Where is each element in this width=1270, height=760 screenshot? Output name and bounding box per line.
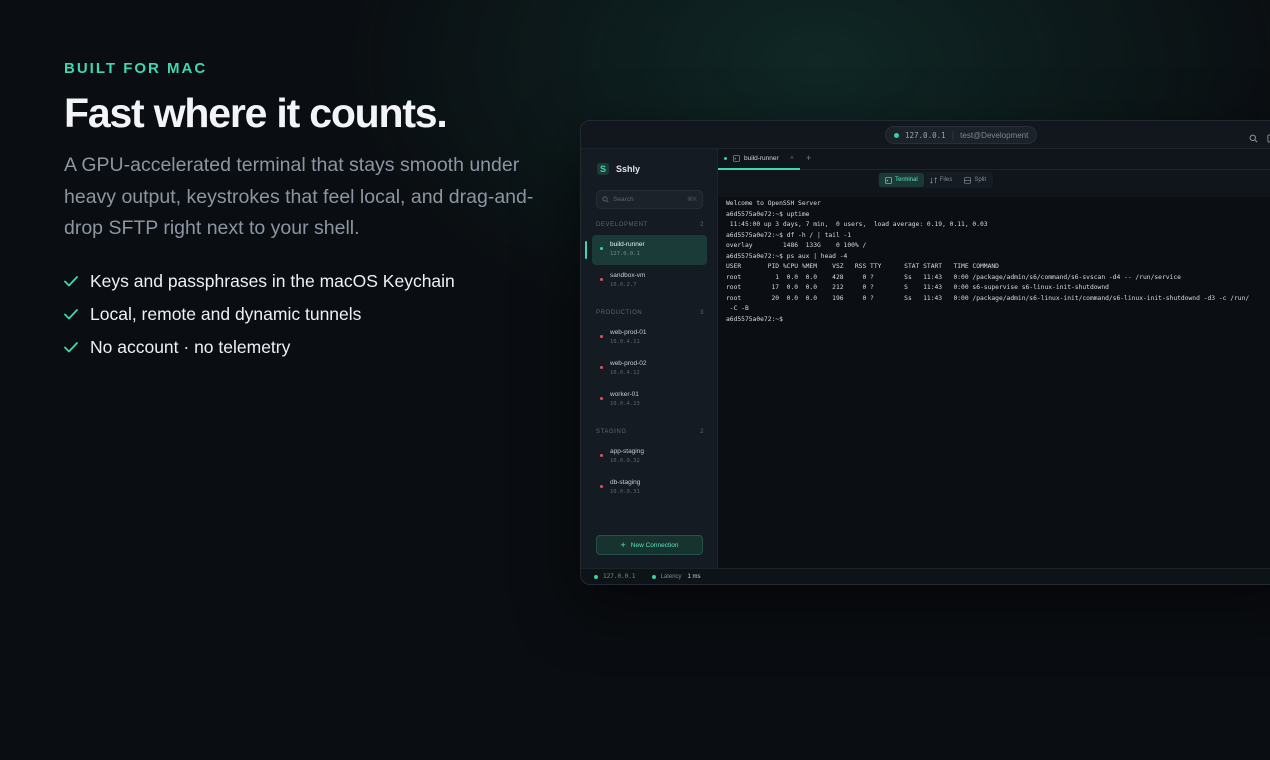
view-label: Terminal (895, 177, 918, 183)
group-count: 2 (700, 429, 704, 435)
headline: Fast where it counts. (64, 90, 448, 136)
profile-text: test@Development (960, 130, 1029, 140)
host-item-db-staging[interactable]: db-staging 10.0.9.31 (592, 473, 707, 503)
app-logo-icon: S (597, 163, 609, 175)
files-icon (929, 176, 937, 184)
host-name: db-staging (610, 479, 641, 486)
feature-text: No account · no telemetry (90, 336, 291, 357)
host-name: web-prod-02 (610, 360, 647, 367)
host-item-build-runner[interactable]: build-runner 127.0.0.1 (592, 235, 707, 265)
group-label-text: PRODUCTION (596, 310, 643, 316)
status-dot (600, 366, 603, 369)
tab-build-runner[interactable]: build-runner × (718, 149, 800, 170)
view-split[interactable]: Split (958, 173, 992, 187)
host-ip: 10.0.4.12 (610, 370, 640, 376)
group-label-staging[interactable]: STAGING 2 (596, 429, 704, 435)
connected-dot (594, 574, 598, 579)
view-switcher: Terminal Files Split (878, 172, 994, 188)
search-placeholder: Search (613, 196, 634, 203)
status-dot (600, 454, 603, 457)
address-text: 127.0.0.1 (905, 130, 946, 140)
host-name: build-runner (610, 241, 645, 248)
feature-text: Local, remote and dynamic tunnels (90, 303, 362, 324)
host-name: app-staging (610, 448, 644, 455)
new-connection-button[interactable]: + New Connection (596, 535, 703, 555)
titlebar: 127.0.0.1 │ test@Development (581, 121, 1270, 149)
host-item-worker-01[interactable]: worker-01 10.0.4.23 (592, 385, 707, 415)
feature-item: Keys and passphrases in the macOS Keycha… (64, 265, 544, 298)
connected-dot (724, 157, 727, 160)
host-item-sandbox-vm[interactable]: sandbox-vm 10.0.2.7 (592, 266, 707, 296)
connected-dot (894, 132, 899, 138)
group-count: 3 (700, 310, 704, 316)
host-name: worker-01 (610, 391, 639, 398)
status-dot (600, 335, 603, 338)
latency-label: Latency (660, 573, 682, 580)
search-shortcut: ⌘K (686, 197, 697, 203)
plus-icon: + (620, 540, 626, 550)
connection-address-pill[interactable]: 127.0.0.1 │ test@Development (885, 126, 1038, 144)
group-label-development[interactable]: DEVELOPMENT 2 (596, 222, 704, 228)
terminal-icon (733, 155, 740, 162)
status-bar: 127.0.0.1 Latency 1 ms (581, 568, 1270, 584)
group-label-text: STAGING (596, 429, 627, 435)
check-icon (64, 275, 80, 287)
latency-dot (651, 574, 656, 579)
check-icon (64, 341, 80, 353)
search-icon[interactable] (1249, 130, 1258, 148)
host-ip: 10.0.2.7 (610, 282, 637, 288)
status-ip: 127.0.0.1 (603, 573, 636, 580)
group-count: 2 (700, 222, 704, 228)
latency-value: 1 ms (687, 573, 701, 580)
feature-text: Keys and passphrases in the macOS Keycha… (90, 270, 455, 291)
status-dot (600, 247, 603, 250)
close-icon[interactable]: × (790, 155, 794, 162)
host-name: sandbox-vm (610, 272, 646, 279)
search-input[interactable]: Search ⌘K (596, 190, 703, 209)
host-ip: 10.0.4.11 (610, 339, 640, 345)
check-icon (64, 308, 80, 320)
sidebar: S Sshly Search ⌘K DEVELOPMENT 2 build-ru… (581, 149, 718, 568)
status-dot (600, 278, 603, 281)
host-item-app-staging[interactable]: app-staging 10.0.9.32 (592, 442, 707, 472)
terminal-output[interactable]: Welcome to OpenSSH Server a6d5575a0e72:~… (718, 197, 1270, 568)
search-icon (602, 196, 609, 203)
address-separator: │ (950, 130, 956, 140)
new-connection-label: New Connection (630, 541, 679, 549)
hero-section: BUILT FOR MAC Fast where it counts. A GP… (64, 60, 544, 364)
host-name: web-prod-01 (610, 329, 647, 336)
brand: S Sshly (597, 163, 640, 175)
host-ip: 10.0.9.31 (610, 489, 640, 495)
active-indicator (585, 241, 587, 259)
host-ip: 10.0.9.32 (610, 458, 640, 464)
add-tab-button[interactable]: + (806, 153, 811, 163)
view-terminal[interactable]: Terminal (879, 173, 924, 187)
terminal-icon (885, 176, 892, 184)
view-label: Files (939, 177, 953, 183)
app-window: 127.0.0.1 │ test@Development S Sshly Sea… (580, 120, 1270, 585)
status-dot (600, 397, 603, 400)
host-ip: 10.0.4.23 (610, 401, 640, 407)
view-label: Split (974, 177, 987, 183)
host-item-web-prod-01[interactable]: web-prod-01 10.0.4.11 (592, 323, 707, 353)
feature-item: No account · no telemetry (64, 331, 544, 364)
tab-bar: build-runner × + (718, 149, 1270, 170)
tab-label: build-runner (744, 155, 779, 162)
group-label-production[interactable]: PRODUCTION 3 (596, 310, 704, 316)
app-name: Sshly (616, 164, 641, 174)
feature-item: Local, remote and dynamic tunnels (64, 298, 544, 331)
hero-subtext: A GPU-accelerated terminal that stays sm… (64, 154, 534, 240)
view-files[interactable]: Files (924, 173, 959, 187)
terminal-text: Welcome to OpenSSH Server a6d5575a0e72:~… (726, 200, 1250, 323)
host-item-web-prod-02[interactable]: web-prod-02 10.0.4.12 (592, 354, 707, 384)
feature-list: Keys and passphrases in the macOS Keycha… (64, 265, 544, 364)
host-ip: 127.0.0.1 (610, 251, 640, 257)
status-dot (600, 485, 603, 488)
group-label-text: DEVELOPMENT (596, 222, 648, 228)
split-icon (964, 176, 972, 184)
eyebrow: BUILT FOR MAC (64, 60, 208, 77)
